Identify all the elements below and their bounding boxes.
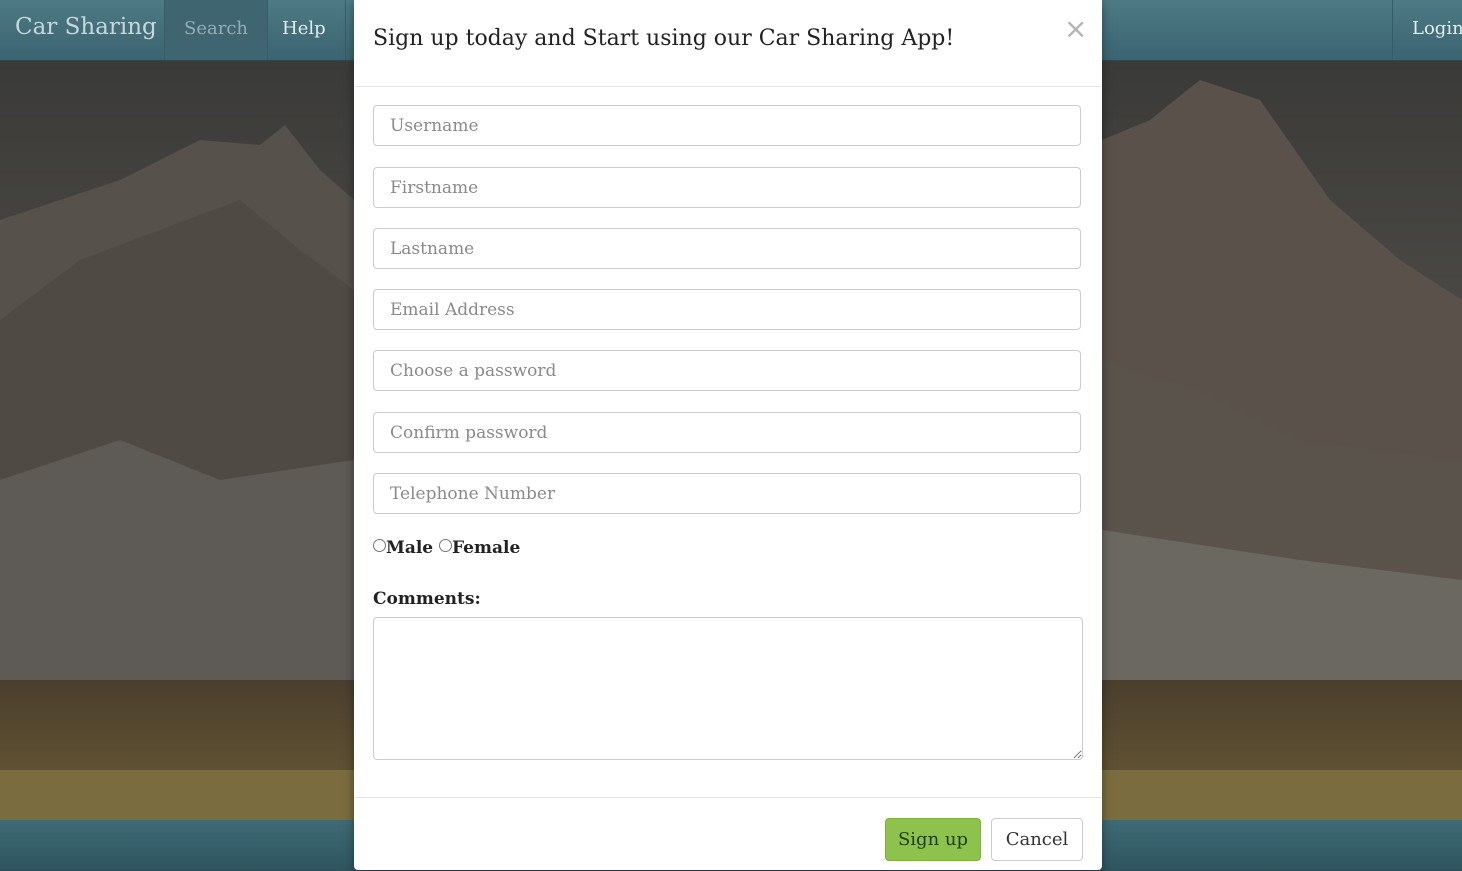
- signup-button[interactable]: Sign up: [885, 818, 981, 861]
- firstname-input[interactable]: [373, 167, 1081, 208]
- male-label: Male: [386, 538, 434, 558]
- male-radio[interactable]: [373, 539, 386, 552]
- password-input[interactable]: [373, 350, 1081, 391]
- cancel-button[interactable]: Cancel: [991, 818, 1083, 861]
- female-radio[interactable]: [439, 539, 453, 552]
- modal-title: Sign up today and Start using our Car Sh…: [373, 26, 955, 51]
- lastname-input[interactable]: [373, 228, 1081, 269]
- gender-radio-group: Male Female: [373, 538, 520, 558]
- modal-header: Sign up today and Start using our Car Sh…: [354, 0, 1102, 87]
- modal-footer: Sign up Cancel: [354, 797, 1102, 871]
- comments-label: Comments:: [373, 589, 481, 609]
- comments-textarea[interactable]: [373, 617, 1083, 760]
- confirm-password-input[interactable]: [373, 412, 1081, 453]
- signup-modal: Sign up today and Start using our Car Sh…: [354, 0, 1102, 870]
- telephone-input[interactable]: [373, 473, 1081, 514]
- female-label: Female: [452, 538, 521, 558]
- email-input[interactable]: [373, 289, 1081, 330]
- close-icon[interactable]: ×: [1064, 12, 1087, 45]
- username-input[interactable]: [373, 105, 1081, 146]
